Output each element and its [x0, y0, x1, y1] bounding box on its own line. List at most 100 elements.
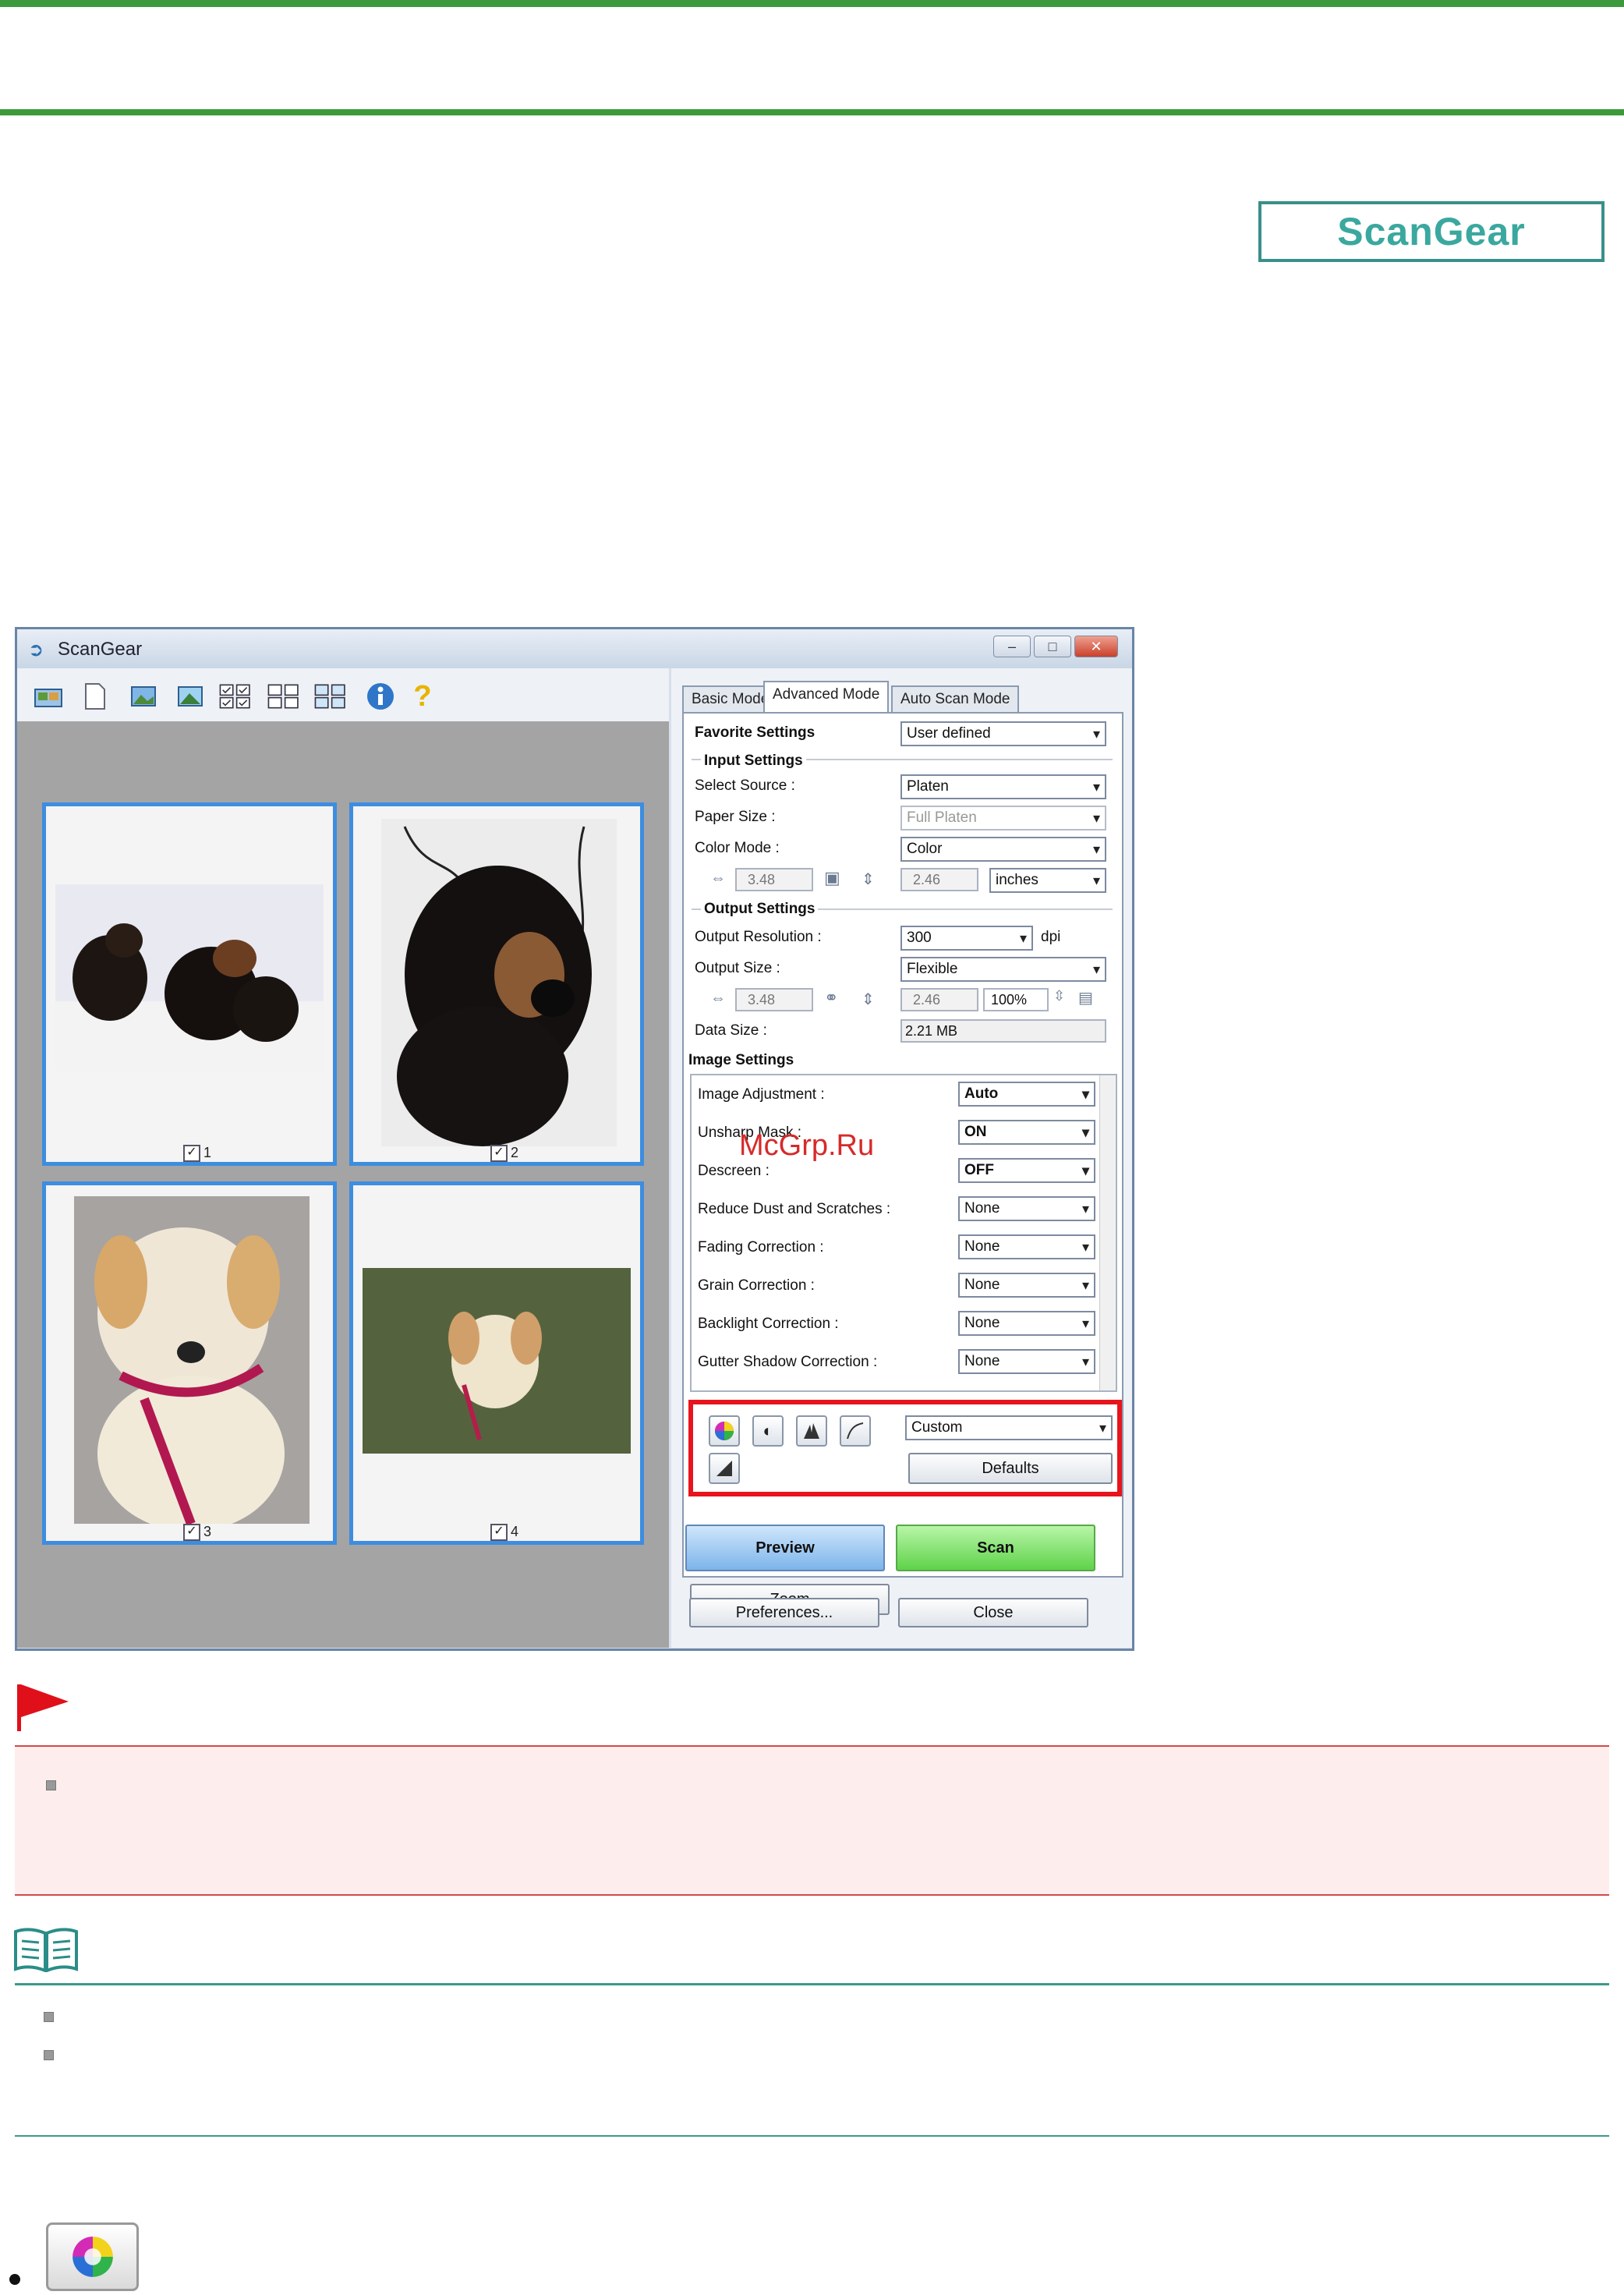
thumbnail-2[interactable]: ✓ 2 [349, 802, 644, 1166]
image-setting-select[interactable]: None [958, 1234, 1095, 1259]
paper-size-label: Paper Size : [695, 809, 776, 825]
scanner-icon[interactable] [31, 679, 65, 714]
color-mode-select[interactable]: Color [900, 837, 1106, 862]
image-setting-select[interactable]: ON [958, 1120, 1095, 1145]
output-resolution-select[interactable]: 300 [900, 926, 1033, 951]
thumbnail-checkbox[interactable]: ✓ 4 [490, 1524, 518, 1542]
image-setting-select[interactable]: None [958, 1311, 1095, 1336]
unit-select[interactable]: inches [989, 868, 1106, 893]
document-icon[interactable] [78, 679, 112, 714]
color-mode-label: Color Mode : [695, 840, 780, 856]
header-rule [0, 109, 1624, 115]
output-size-label: Output Size : [695, 960, 780, 976]
dpi-unit: dpi [1041, 929, 1061, 945]
bullet-icon [44, 2050, 54, 2060]
thumbnail-image [55, 884, 324, 1071]
defaults-button[interactable]: Defaults [908, 1453, 1113, 1484]
maximize-button[interactable]: □ [1034, 636, 1071, 657]
image-setting-label: Fading Correction : [698, 1239, 824, 1256]
image-setting-select[interactable]: None [958, 1196, 1095, 1221]
width-icon: ⇔ [710, 869, 726, 887]
image-setting-label: Grain Correction : [698, 1277, 815, 1294]
thumbnail-1[interactable]: ✓ 1 [42, 802, 337, 1166]
thumbnail-3[interactable]: ✓ 3 [42, 1181, 337, 1545]
thumbnail-checkbox[interactable]: ✓ 2 [490, 1145, 518, 1163]
image-setting-label: Backlight Correction : [698, 1316, 839, 1332]
image-setting-select[interactable]: Auto [958, 1082, 1095, 1107]
brightness-contrast-icon[interactable]: ◐ [752, 1415, 784, 1447]
thumbnail-checkbox[interactable]: ✓ 3 [183, 1524, 211, 1542]
preview-toolbar: ? [17, 668, 669, 721]
input-width-field[interactable]: 3.48 [735, 868, 813, 891]
tab-auto-scan-mode[interactable]: Auto Scan Mode [891, 685, 1020, 712]
image-settings-scrollbar[interactable] [1099, 1075, 1116, 1390]
paper-size-select[interactable]: Full Platen [900, 806, 1106, 831]
list-bullet [9, 2274, 20, 2285]
preview-button[interactable]: Preview [685, 1525, 885, 1571]
close-button[interactable]: Close [898, 1598, 1088, 1627]
data-size-label: Data Size : [695, 1022, 767, 1039]
scangear-badge[interactable]: ScanGear [1258, 201, 1605, 262]
input-settings-title: Input Settings [701, 753, 806, 770]
thumbnail-image [381, 819, 617, 1146]
preferences-button[interactable]: Preferences... [689, 1598, 879, 1627]
width-icon: ⇔ [710, 990, 726, 1007]
data-size-value: 2.21 MB [900, 1019, 1106, 1043]
window-titlebar: ➲ ScanGear – □ ✕ [17, 629, 1132, 668]
output-height-field[interactable]: 2.46 [900, 988, 978, 1011]
important-box [15, 1745, 1609, 1896]
thumbnail-checkbox[interactable]: ✓ 1 [183, 1145, 211, 1163]
thumbnail-image [363, 1268, 631, 1454]
thumbnail-image [74, 1196, 310, 1524]
link-icon[interactable]: ⚭ [824, 988, 838, 1008]
aspect-lock-icon[interactable]: ▣ [824, 868, 840, 888]
watermark: McGrp.Ru [739, 1129, 875, 1162]
adjust-preset-select[interactable]: Custom [905, 1415, 1113, 1440]
favorite-settings-label: Favorite Settings [695, 724, 816, 741]
image-icon[interactable] [173, 679, 207, 714]
deselect-icon[interactable] [267, 679, 301, 714]
color-adjustment-button[interactable] [46, 2222, 139, 2291]
threshold-icon[interactable] [709, 1453, 740, 1484]
thumbnail-4[interactable]: ✓ 4 [349, 1181, 644, 1545]
preview-area: ✓ 1 ✓ 2 ✓ 3 ✓ 4 [17, 721, 669, 1648]
scale-field[interactable]: 100% [983, 988, 1049, 1011]
bullet-icon [46, 1780, 56, 1790]
important-flag-icon [17, 1684, 69, 1731]
image-setting-select[interactable]: OFF [958, 1158, 1095, 1183]
note-book-icon [14, 1928, 78, 1972]
histogram-icon[interactable] [796, 1415, 827, 1447]
select-source-select[interactable]: Platen [900, 774, 1106, 799]
help-icon[interactable]: ? [405, 679, 440, 714]
image-setting-label: Gutter Shadow Correction : [698, 1354, 878, 1370]
image-settings-title: Image Settings [688, 1052, 794, 1068]
tab-advanced-mode[interactable]: Advanced Mode [763, 681, 890, 712]
input-height-field[interactable]: 2.46 [900, 868, 978, 891]
image-setting-label: Reduce Dust and Scratches : [698, 1201, 891, 1217]
image-setting-select[interactable]: None [958, 1273, 1095, 1298]
scangear-window: ➲ ScanGear – □ ✕ ? ✓ 1 ✓ 2 ✓ 3 ✓ 4 Basic… [15, 627, 1134, 1651]
window-close-button[interactable]: ✕ [1074, 636, 1118, 657]
output-settings-title: Output Settings [701, 901, 819, 918]
note-divider [15, 1983, 1609, 1985]
image-setting-select[interactable]: None [958, 1349, 1095, 1374]
favorite-settings-select[interactable]: User defined [900, 721, 1106, 746]
minimize-button[interactable]: – [993, 636, 1031, 657]
top-rule [0, 0, 1624, 7]
grid-icon[interactable] [313, 679, 348, 714]
scan-button[interactable]: Scan [896, 1525, 1095, 1571]
select-all-icon[interactable] [218, 679, 253, 714]
size-switch-icon[interactable]: ▤ [1078, 988, 1093, 1008]
output-size-select[interactable]: Flexible [900, 957, 1106, 982]
output-width-field[interactable]: 3.48 [735, 988, 813, 1011]
app-logo-icon: ➲ [28, 639, 44, 661]
crop-icon[interactable] [126, 679, 161, 714]
scale-stepper-icon[interactable]: ⇳ [1053, 988, 1065, 1004]
image-setting-label: Descreen : [698, 1163, 770, 1179]
color-adjust-icon[interactable] [709, 1415, 740, 1447]
tone-curve-icon[interactable] [840, 1415, 871, 1447]
window-title: ScanGear [58, 639, 143, 660]
height-icon: ⇕ [862, 991, 875, 1008]
height-icon: ⇕ [862, 871, 875, 888]
info-icon[interactable] [363, 679, 398, 714]
